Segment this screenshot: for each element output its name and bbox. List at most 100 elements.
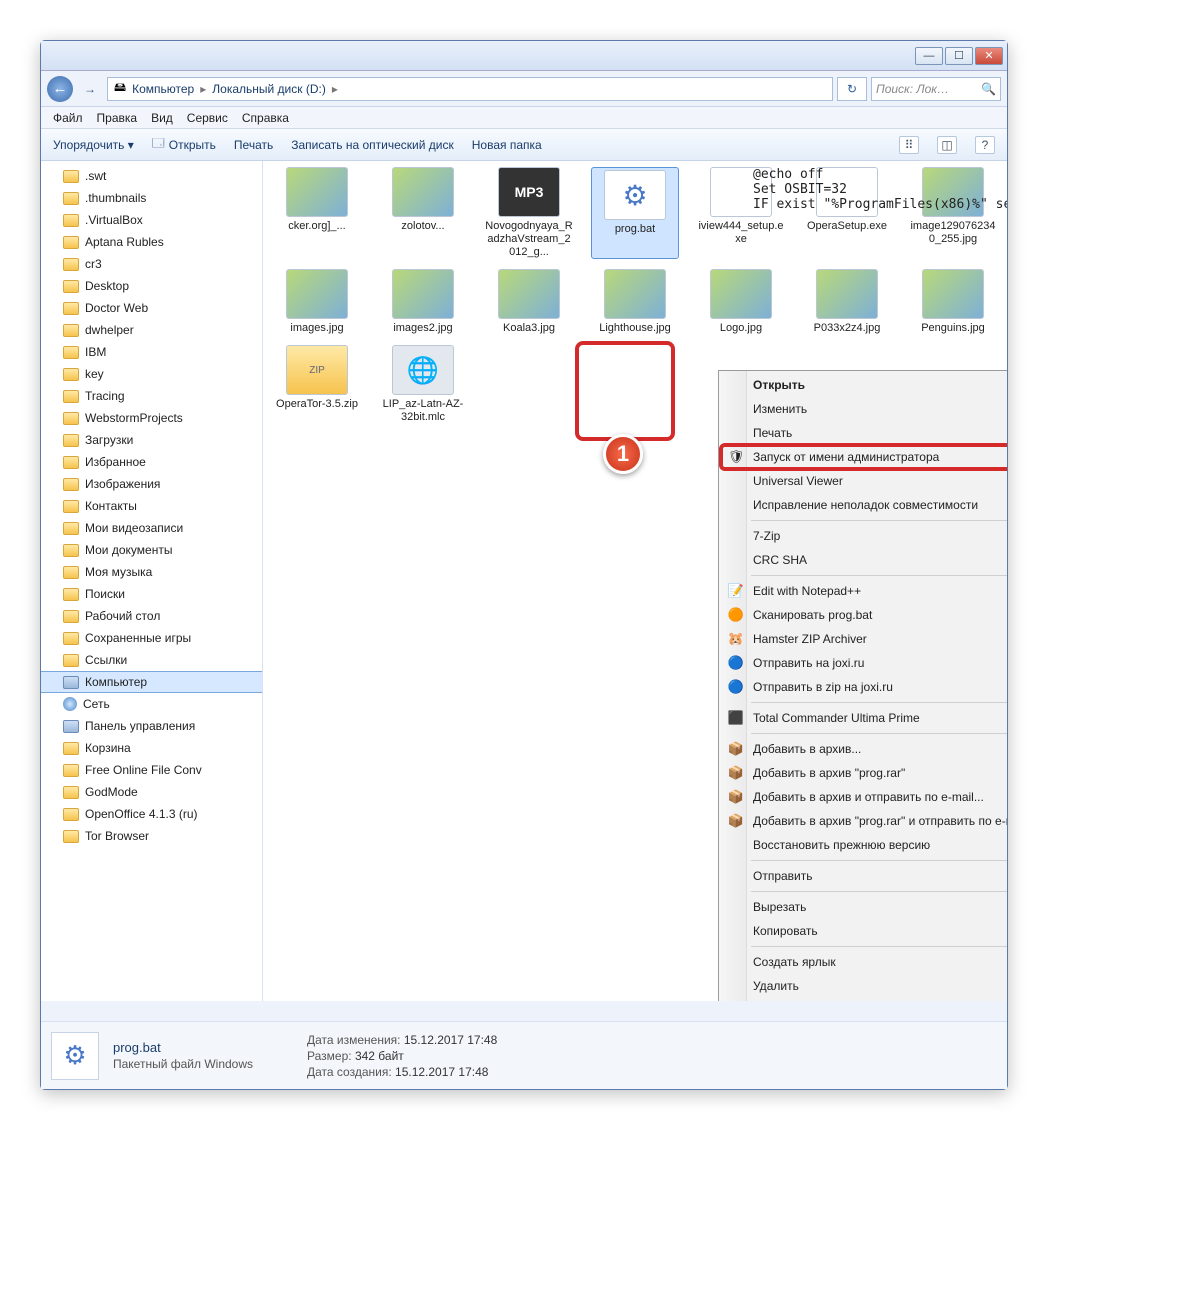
tree-item[interactable]: Сохраненные игры bbox=[41, 627, 262, 649]
context-menu-item[interactable]: 🔵Отправить в zip на joxi.ru bbox=[721, 675, 1007, 699]
tree-item-label: Контакты bbox=[85, 499, 137, 513]
tree-item[interactable]: Поиски bbox=[41, 583, 262, 605]
tree-item[interactable]: IBM bbox=[41, 341, 262, 363]
print-button[interactable]: Печать bbox=[234, 138, 273, 152]
breadcrumb[interactable]: Локальный диск (D:) bbox=[212, 82, 326, 96]
context-menu-item[interactable]: 📦Добавить в архив "prog.rar" и отправить… bbox=[721, 809, 1007, 833]
tree-item[interactable]: Рабочий стол bbox=[41, 605, 262, 627]
view-options-button[interactable]: ⠿ bbox=[899, 136, 919, 154]
address-bar[interactable]: 🖴 Компьютер ▸ Локальный диск (D:) ▸ bbox=[107, 77, 833, 101]
menu-tools[interactable]: Сервис bbox=[187, 111, 228, 125]
tree-item[interactable]: Tracing bbox=[41, 385, 262, 407]
details-pane: ⚙ prog.bat Пакетный файл Windows Дата из… bbox=[41, 1021, 1007, 1089]
context-menu-item[interactable]: Вырезать bbox=[721, 895, 1007, 919]
tree-item-label: Aptana Rubles bbox=[85, 235, 164, 249]
context-menu-item[interactable]: Universal Viewer bbox=[721, 469, 1007, 493]
tree-item[interactable]: Сеть bbox=[41, 693, 262, 715]
context-menu-item[interactable]: Печать bbox=[721, 421, 1007, 445]
tree-item[interactable]: Моя музыка bbox=[41, 561, 262, 583]
maximize-button[interactable]: ☐ bbox=[945, 47, 973, 65]
file-item[interactable]: Logo.jpg bbox=[697, 269, 785, 335]
tree-item[interactable]: key bbox=[41, 363, 262, 385]
tree-item[interactable]: GodMode bbox=[41, 781, 262, 803]
tree-item[interactable]: .swt bbox=[41, 165, 262, 187]
tree-item[interactable]: Панель управления bbox=[41, 715, 262, 737]
context-menu-item[interactable]: Восстановить прежнюю версию bbox=[721, 833, 1007, 857]
file-item[interactable]: images.jpg bbox=[273, 269, 361, 335]
context-menu-item[interactable]: Изменить bbox=[721, 397, 1007, 421]
tree-item[interactable]: Tor Browser bbox=[41, 825, 262, 847]
file-item[interactable]: MP3Novogodnyaya_RadzhaVstream_2012_g... bbox=[485, 167, 573, 259]
file-item[interactable]: ZIPOperaTor-3.5.zip bbox=[273, 345, 361, 424]
minimize-button[interactable]: — bbox=[915, 47, 943, 65]
forward-button[interactable]: → bbox=[77, 76, 103, 102]
folder-icon bbox=[63, 544, 79, 557]
file-item[interactable]: Penguins.jpg bbox=[909, 269, 997, 335]
file-item[interactable]: cker.org]_... bbox=[273, 167, 361, 259]
tree-item[interactable]: Free Online File Conv bbox=[41, 759, 262, 781]
refresh-button[interactable]: ↻ bbox=[837, 77, 867, 101]
tree-item[interactable]: Контакты bbox=[41, 495, 262, 517]
tree-item[interactable]: Мои видеозаписи bbox=[41, 517, 262, 539]
file-item[interactable]: LIP_az-Latn-AZ-32bit.mlc bbox=[379, 345, 467, 424]
context-menu-item[interactable]: Исправление неполадок совместимости bbox=[721, 493, 1007, 517]
tree-item[interactable]: .thumbnails bbox=[41, 187, 262, 209]
nav-tree[interactable]: .swt.thumbnails.VirtualBox Aptana Rubles c… bbox=[41, 161, 263, 1001]
tree-item[interactable]: Компьютер bbox=[41, 671, 262, 693]
search-placeholder: Поиск: Лок… bbox=[876, 82, 949, 96]
search-input[interactable]: Поиск: Лок… 🔍 bbox=[871, 77, 1001, 101]
context-menu-item[interactable]: 📦Добавить в архив и отправить по e-mail.… bbox=[721, 785, 1007, 809]
context-menu-item[interactable]: 📝Edit with Notepad++ bbox=[721, 579, 1007, 603]
tree-item[interactable]: Загрузки bbox=[41, 429, 262, 451]
file-item[interactable]: P033x2z4.jpg bbox=[803, 269, 891, 335]
file-item[interactable]: zolotov... bbox=[379, 167, 467, 259]
tree-item[interactable]: WebstormProjects bbox=[41, 407, 262, 429]
organize-button[interactable]: Упорядочить ▾ bbox=[53, 138, 134, 152]
context-menu-item[interactable]: 🐹Hamster ZIP Archiver▶ bbox=[721, 627, 1007, 651]
context-menu-item[interactable]: Отправить▶ bbox=[721, 864, 1007, 888]
back-button[interactable]: ← bbox=[47, 76, 73, 102]
context-menu-item[interactable]: Копировать bbox=[721, 919, 1007, 943]
context-item-label: Удалить bbox=[753, 979, 799, 993]
tree-item[interactable]: Изображения bbox=[41, 473, 262, 495]
tree-item[interactable]: Корзина bbox=[41, 737, 262, 759]
file-item[interactable]: Lighthouse.jpg bbox=[591, 269, 679, 335]
tree-item[interactable]: cr3 bbox=[41, 253, 262, 275]
close-button[interactable]: ✕ bbox=[975, 47, 1003, 65]
context-menu-item[interactable]: Удалить bbox=[721, 974, 1007, 998]
menu-view[interactable]: Вид bbox=[151, 111, 173, 125]
context-item-label: Вырезать bbox=[753, 900, 806, 914]
file-item[interactable]: Koala3.jpg bbox=[485, 269, 573, 335]
breadcrumb[interactable]: Компьютер bbox=[132, 82, 194, 96]
tree-item[interactable]: Desktop bbox=[41, 275, 262, 297]
context-menu-item[interactable]: CRC SHA▶ bbox=[721, 548, 1007, 572]
context-menu-item[interactable]: 🟠Сканировать prog.bat bbox=[721, 603, 1007, 627]
tree-item[interactable]: Мои документы bbox=[41, 539, 262, 561]
tree-item[interactable]: dwhelper bbox=[41, 319, 262, 341]
preview-pane-button[interactable]: ◫ bbox=[937, 136, 957, 154]
context-menu-item[interactable]: 🛡Запуск от имени администратора bbox=[721, 445, 1007, 469]
context-menu-item[interactable]: 📦Добавить в архив... bbox=[721, 737, 1007, 761]
tree-item[interactable]: Doctor Web bbox=[41, 297, 262, 319]
context-menu-item[interactable]: Открыть bbox=[721, 373, 1007, 397]
tree-item[interactable]: .VirtualBox bbox=[41, 209, 262, 231]
tree-item[interactable]: OpenOffice 4.1.3 (ru) bbox=[41, 803, 262, 825]
context-menu-item[interactable]: ⬛Total Commander Ultima Prime▶ bbox=[721, 706, 1007, 730]
open-button[interactable]: 🗔Открыть bbox=[152, 134, 216, 155]
menu-help[interactable]: Справка bbox=[242, 111, 289, 125]
help-button[interactable]: ? bbox=[975, 136, 995, 154]
menu-file[interactable]: Файл bbox=[53, 111, 83, 125]
tree-item[interactable]: Ссылки bbox=[41, 649, 262, 671]
file-item[interactable]: prog.bat bbox=[591, 167, 679, 259]
file-item[interactable]: images2.jpg bbox=[379, 269, 467, 335]
new-folder-button[interactable]: Новая папка bbox=[472, 138, 542, 152]
tree-item[interactable]: Избранное bbox=[41, 451, 262, 473]
context-menu-item[interactable]: Создать ярлык bbox=[721, 950, 1007, 974]
context-menu-item[interactable]: 📦Добавить в архив "prog.rar" bbox=[721, 761, 1007, 785]
context-menu-item[interactable]: 🔵Отправить на joxi.ru bbox=[721, 651, 1007, 675]
menu-edit[interactable]: Правка bbox=[97, 111, 138, 125]
context-menu-item[interactable]: Переименовать bbox=[721, 998, 1007, 1001]
burn-button[interactable]: Записать на оптический диск bbox=[291, 138, 454, 152]
tree-item[interactable]: Aptana Rubles bbox=[41, 231, 262, 253]
context-menu-item[interactable]: 7-Zip▶ bbox=[721, 524, 1007, 548]
